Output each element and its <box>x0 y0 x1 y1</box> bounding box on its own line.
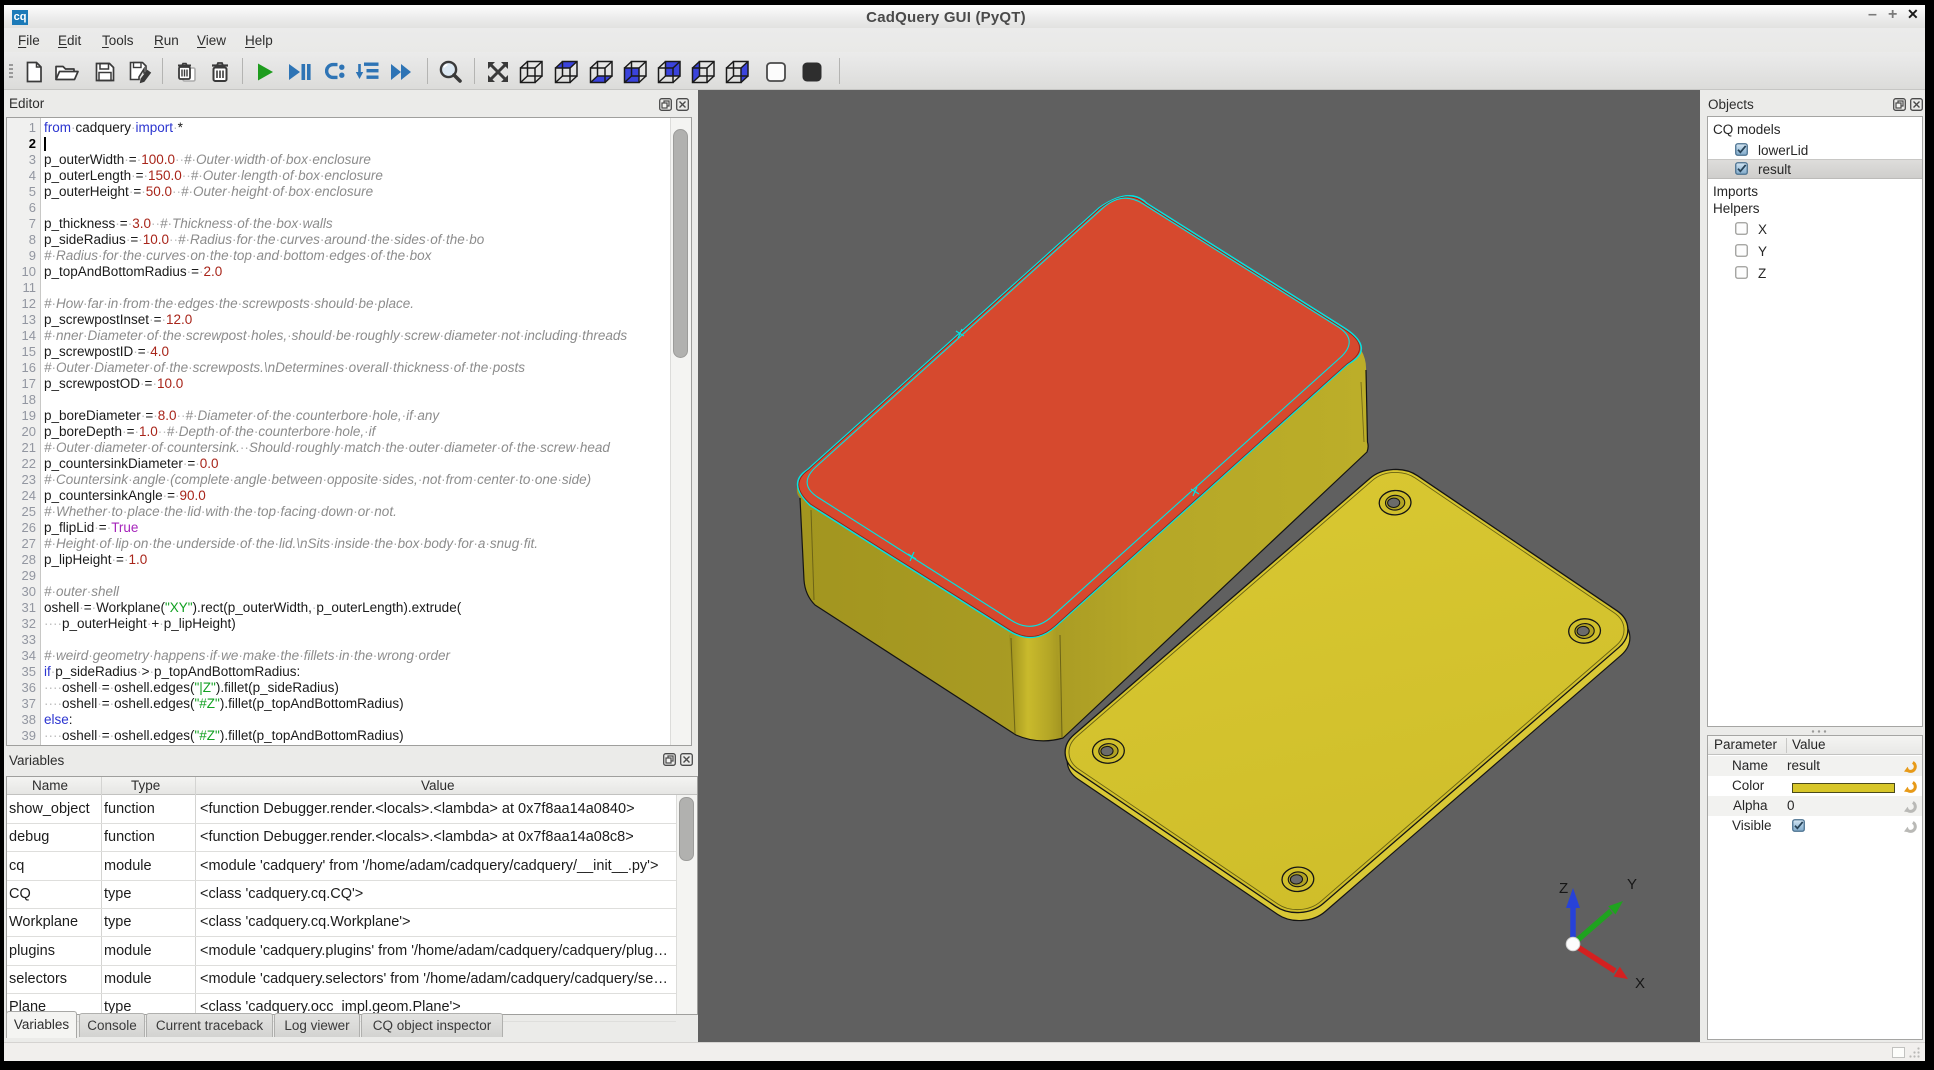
svg-text:Z: Z <box>1559 880 1568 897</box>
svg-text:X: X <box>1635 975 1645 992</box>
svg-text:Y: Y <box>1627 876 1637 893</box>
